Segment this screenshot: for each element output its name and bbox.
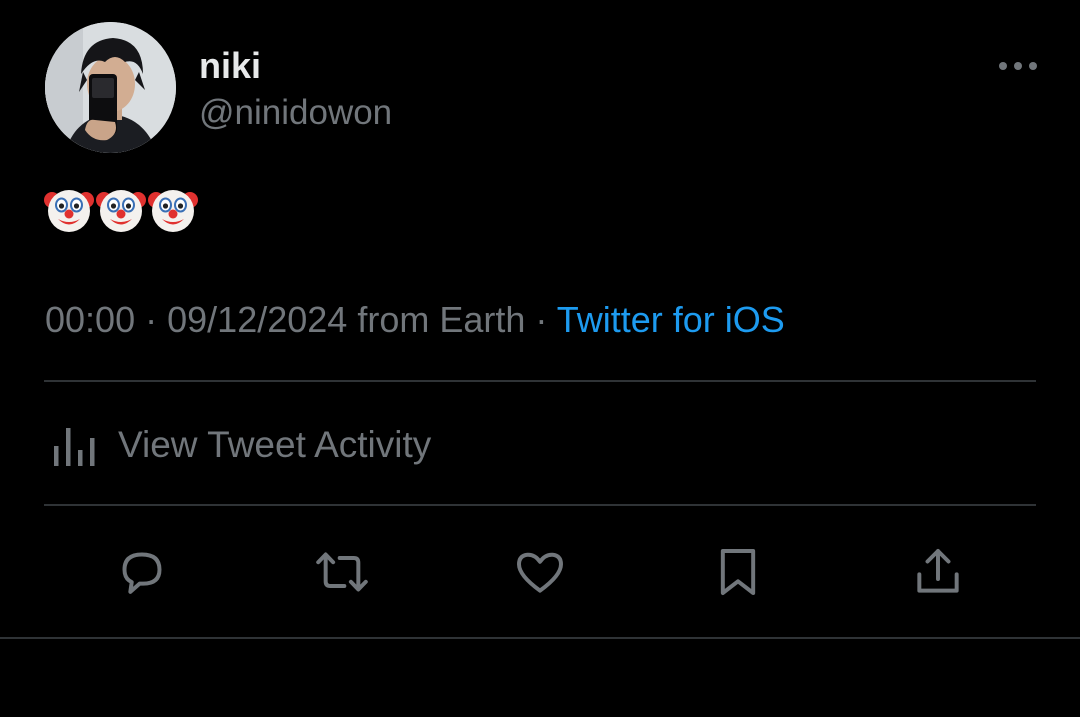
avatar[interactable] — [45, 22, 176, 153]
clown-face-emoji — [96, 190, 146, 232]
reply-icon — [122, 552, 162, 594]
tweet-source-link[interactable]: Twitter for iOS — [557, 299, 785, 340]
more-options-button[interactable] — [992, 50, 1044, 82]
meta-separator: · — [535, 299, 548, 340]
author-handle[interactable]: @ninidowon — [199, 92, 392, 134]
tweet-meta: 00:00 · 09/12/2024 from Earth · Twitter … — [45, 298, 785, 342]
tweet-text — [44, 184, 198, 234]
meta-separator: · — [145, 299, 158, 340]
retweet-icon — [316, 552, 368, 592]
reply-button[interactable] — [112, 542, 172, 602]
heart-icon — [517, 552, 563, 593]
bookmark-button[interactable] — [708, 542, 768, 602]
tweet-location: from Earth — [357, 299, 526, 340]
clown-face-emoji — [148, 190, 198, 232]
divider — [44, 504, 1036, 506]
clown-face-emoji — [44, 190, 94, 232]
analytics-icon — [54, 428, 95, 466]
view-tweet-activity-label: View Tweet Activity — [118, 424, 432, 465]
avatar-photo — [45, 22, 176, 153]
retweet-button[interactable] — [312, 542, 372, 602]
tweet-detail: niki @ninidowon 00:00 · 09/12/2024 from … — [0, 0, 1080, 717]
share-icon — [917, 549, 959, 593]
bookmark-icon — [720, 549, 756, 595]
tweet-time: 00:00 — [45, 299, 136, 340]
author-display-name[interactable]: niki — [199, 44, 261, 88]
view-tweet-activity-button[interactable]: View Tweet Activity — [44, 410, 431, 480]
tweet-date: 09/12/2024 — [167, 299, 348, 340]
share-button[interactable] — [908, 542, 968, 602]
more-icon — [999, 62, 1037, 70]
like-button[interactable] — [510, 542, 570, 602]
bottom-divider — [0, 637, 1080, 639]
divider — [44, 380, 1036, 382]
